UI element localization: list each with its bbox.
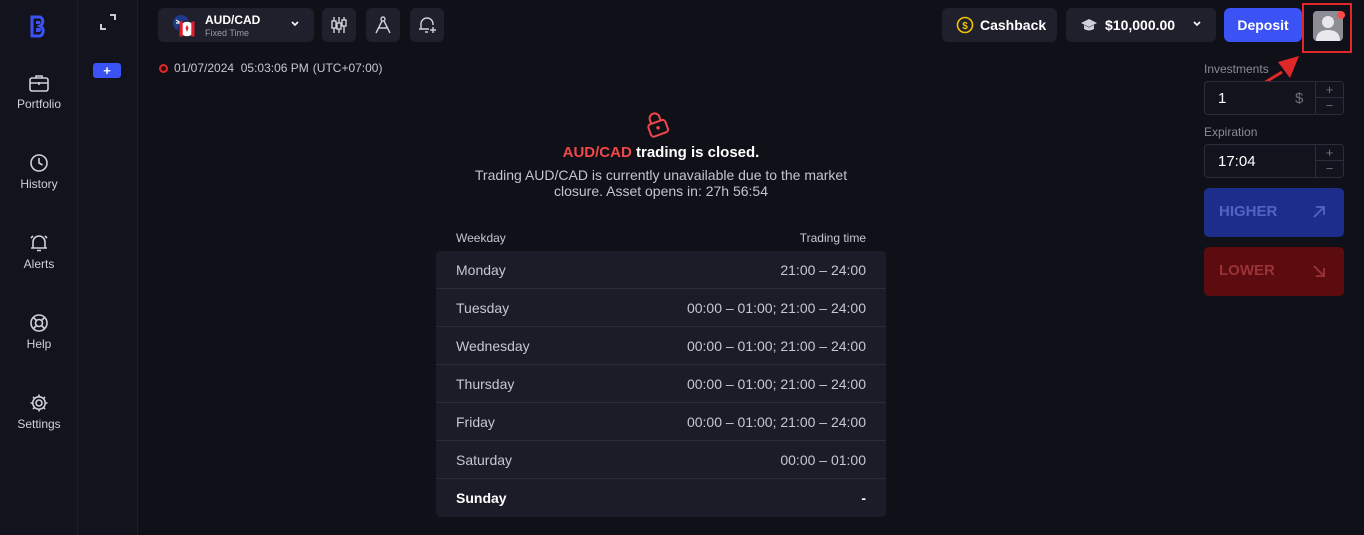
server-datetime: 01/07/2024 05:03:06 PM bbox=[174, 61, 309, 75]
row-day: Tuesday bbox=[456, 300, 510, 316]
expiration-stepper: + − bbox=[1315, 145, 1343, 177]
investments-label: Investments bbox=[1204, 62, 1269, 76]
row-time: 00:00 – 01:00; 21:00 – 24:00 bbox=[686, 338, 866, 354]
sidebar-item-label: Help bbox=[26, 337, 52, 351]
add-alert-button[interactable] bbox=[410, 8, 444, 42]
chart-type-button[interactable] bbox=[322, 8, 356, 42]
sidebar-item-label: Portfolio bbox=[16, 97, 62, 111]
table-row: Saturday 00:00 – 01:00 bbox=[436, 441, 886, 479]
row-day: Thursday bbox=[456, 376, 515, 392]
row-time: 00:00 – 01:00; 21:00 – 24:00 bbox=[686, 376, 866, 392]
currency-symbol: $ bbox=[1295, 90, 1304, 107]
closed-title: AUD/CAD trading is closed. bbox=[400, 144, 922, 161]
lock-icon bbox=[647, 112, 670, 138]
investment-stepper: + − bbox=[1315, 82, 1343, 114]
sidebar-item-alerts[interactable]: Alerts bbox=[0, 233, 78, 271]
sidebar-item-settings[interactable]: Settings bbox=[0, 393, 78, 431]
asset-name: AUD/CAD bbox=[205, 13, 261, 27]
compass-icon bbox=[375, 16, 391, 34]
balance-selector[interactable]: $10,000.00 bbox=[1066, 8, 1216, 42]
graduation-cap-icon bbox=[1081, 19, 1097, 31]
candlestick-icon bbox=[331, 17, 347, 33]
arrow-up-right-icon bbox=[1313, 206, 1325, 218]
sidebar-item-label: History bbox=[20, 177, 58, 191]
row-day: Saturday bbox=[456, 452, 513, 468]
investment-field[interactable]: 1 $ + − bbox=[1204, 81, 1344, 115]
schedule-body: Monday 21:00 – 24:00 Tuesday 00:00 – 01:00… bbox=[436, 251, 886, 517]
highlight-box bbox=[1302, 3, 1352, 53]
row-day: Monday bbox=[456, 262, 506, 278]
row-time: 00:00 – 01:00; 21:00 – 24:00 bbox=[686, 414, 866, 430]
header-weekday: Weekday bbox=[456, 231, 506, 245]
deposit-button[interactable]: Deposit bbox=[1224, 8, 1302, 42]
table-row: Tuesday 00:00 – 01:00; 21:00 – 24:00 bbox=[436, 289, 886, 327]
row-day: Wednesday bbox=[456, 338, 530, 354]
investment-value[interactable]: 1 bbox=[1218, 90, 1226, 107]
history-icon bbox=[30, 154, 48, 172]
row-time: 21:00 – 24:00 bbox=[780, 262, 866, 278]
decrease-button[interactable]: − bbox=[1316, 98, 1343, 114]
sidebar-item-help[interactable]: Help bbox=[0, 313, 78, 351]
lower-label: LOWER bbox=[1219, 262, 1275, 279]
decrease-button[interactable]: − bbox=[1316, 161, 1343, 177]
increase-button[interactable]: + bbox=[1316, 145, 1343, 161]
closed-asset: AUD/CAD bbox=[562, 144, 632, 161]
header-trading-time: Trading time bbox=[799, 231, 866, 245]
flag-icon bbox=[173, 15, 196, 38]
chevron-down-icon bbox=[291, 21, 299, 27]
logo-icon[interactable] bbox=[24, 12, 52, 40]
table-row: Wednesday 00:00 – 01:00; 21:00 – 24:00 bbox=[436, 327, 886, 365]
row-day: Sunday bbox=[456, 490, 507, 506]
sidebar-item-label: Settings bbox=[17, 417, 61, 431]
higher-label: HIGHER bbox=[1219, 203, 1278, 220]
balance-amount: $10,000.00 bbox=[1105, 17, 1176, 33]
bell-icon bbox=[30, 235, 48, 252]
notification-dot bbox=[1337, 11, 1345, 19]
sidebar-item-history[interactable]: History bbox=[0, 153, 78, 191]
drawing-tools-button[interactable] bbox=[366, 8, 400, 42]
expiration-value[interactable]: 17:04 bbox=[1218, 153, 1256, 170]
higher-button[interactable]: HIGHER bbox=[1204, 188, 1344, 237]
expand-icon[interactable] bbox=[98, 12, 118, 32]
secondary-panel: + bbox=[78, 0, 138, 535]
asset-selector[interactable]: AUD/CAD Fixed Time bbox=[158, 8, 314, 42]
closed-suffix: trading is closed. bbox=[631, 144, 760, 161]
live-indicator bbox=[159, 64, 168, 73]
expiration-label: Expiration bbox=[1204, 125, 1258, 139]
expiration-field[interactable]: 17:04 + − bbox=[1204, 144, 1344, 178]
cashback-icon: $ bbox=[956, 16, 974, 34]
row-time: - bbox=[861, 490, 866, 506]
sidebar-item-label: Alerts bbox=[23, 257, 55, 271]
table-row: Thursday 00:00 – 01:00; 21:00 – 24:00 bbox=[436, 365, 886, 403]
chevron-down-icon bbox=[1193, 21, 1201, 27]
gear-icon bbox=[30, 394, 48, 412]
trading-schedule: Weekday Trading time Monday 21:00 – 24:00… bbox=[436, 229, 886, 517]
lower-button[interactable]: LOWER bbox=[1204, 247, 1344, 296]
sidebar: Portfolio History Alerts Help Settings bbox=[0, 0, 78, 535]
cashback-button[interactable]: $ Cashback bbox=[942, 8, 1057, 42]
increase-button[interactable]: + bbox=[1316, 82, 1343, 98]
asset-mode: Fixed Time bbox=[205, 28, 250, 38]
schedule-header: Weekday Trading time bbox=[436, 229, 886, 251]
table-row-current: Sunday - bbox=[436, 479, 886, 517]
row-day: Friday bbox=[456, 414, 495, 430]
briefcase-icon bbox=[29, 75, 49, 92]
bell-plus-icon bbox=[419, 17, 436, 33]
svg-text:$: $ bbox=[962, 21, 968, 32]
closed-description: Trading AUD/CAD is currently unavailable… bbox=[474, 167, 848, 199]
server-time: 01/07/2024 05:03:06 PM (UTC+07:00) bbox=[159, 61, 382, 75]
server-timezone: (UTC+07:00) bbox=[312, 61, 383, 75]
add-chart-button[interactable]: + bbox=[93, 63, 121, 78]
arrow-down-right-icon bbox=[1313, 265, 1325, 277]
table-row: Monday 21:00 – 24:00 bbox=[436, 251, 886, 289]
row-time: 00:00 – 01:00 bbox=[780, 452, 866, 468]
table-row: Friday 00:00 – 01:00; 21:00 – 24:00 bbox=[436, 403, 886, 441]
lifebuoy-icon bbox=[30, 314, 48, 332]
row-time: 00:00 – 01:00; 21:00 – 24:00 bbox=[686, 300, 866, 316]
cashback-label: Cashback bbox=[980, 17, 1047, 33]
sidebar-item-portfolio[interactable]: Portfolio bbox=[0, 73, 78, 111]
